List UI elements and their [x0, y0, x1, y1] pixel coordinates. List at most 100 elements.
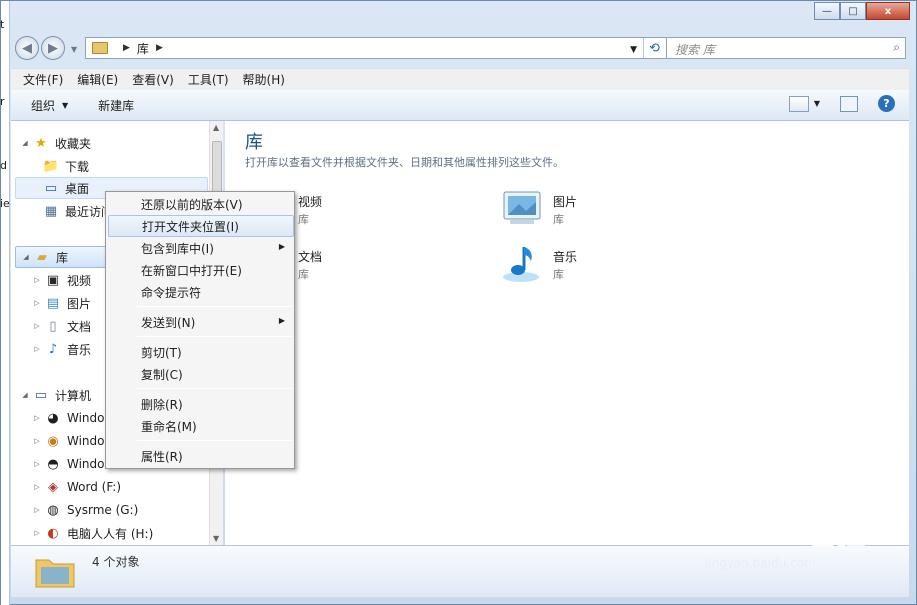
nav-documents-label: 文档 — [67, 319, 92, 334]
nav-recent[interactable]: ▦ 最近访问 — [43, 200, 113, 222]
library-pictures[interactable]: 图片 库 — [500, 186, 720, 230]
address-bar[interactable]: ▶ 库 ▶ ▼ ⟲ — [85, 37, 669, 59]
command-prompt[interactable]: 命令提示符 — [108, 281, 294, 303]
nav-favorites[interactable]: ◢ ★ 收藏夹 — [21, 132, 91, 154]
scroll-down-icon[interactable]: ▼ — [213, 534, 219, 543]
bird-drive-icon: ◐ — [47, 525, 59, 541]
collapsed-arrow-icon[interactable]: ▷ — [33, 276, 41, 284]
nav-drive-3[interactable]: ▷ ◓ Windov — [33, 453, 111, 475]
nav-downloads[interactable]: 📁 下载 — [43, 155, 89, 177]
menu-edit[interactable]: 编辑(E) — [77, 71, 118, 88]
library-item-type: 库 — [298, 268, 309, 281]
download-folder-icon: 📁 — [42, 158, 60, 174]
send-to[interactable]: 发送到(N) ▶ — [108, 311, 294, 333]
view-dropdown-icon[interactable]: ▼ — [814, 99, 820, 108]
nav-drive-1[interactable]: ▷ ◕ Windov — [33, 407, 111, 429]
nav-videos[interactable]: ▷ ▣ 视频 — [33, 269, 91, 291]
include-in-library[interactable]: 包含到库中(I) ▶ — [108, 237, 294, 259]
background-text: t — [0, 18, 5, 31]
library-item-name: 文档 — [298, 250, 323, 264]
cut[interactable]: 剪切(T) — [108, 341, 294, 363]
back-button[interactable]: ◀ — [15, 36, 39, 60]
search-input[interactable]: 搜索 库 ⌕ — [666, 37, 906, 59]
recent-places-icon: ▦ — [44, 203, 58, 219]
nav-documents[interactable]: ▷ ▯ 文档 — [33, 315, 91, 337]
nav-pictures[interactable]: ▷ ▤ 图片 — [33, 292, 91, 314]
expanded-arrow-icon[interactable]: ◢ — [21, 391, 29, 399]
delete[interactable]: 删除(R) — [108, 393, 294, 415]
nav-libraries-label: 库 — [56, 250, 69, 265]
collapsed-arrow-icon[interactable]: ▷ — [33, 460, 41, 468]
nav-drive-2[interactable]: ▷ ◉ Windov — [33, 430, 111, 452]
document-icon: ▯ — [49, 318, 57, 334]
nav-favorites-label: 收藏夹 — [55, 136, 92, 151]
library-item-name: 图片 — [553, 195, 578, 209]
star-icon: ★ — [35, 135, 47, 151]
submenu-arrow-icon: ▶ — [278, 316, 285, 325]
nav-music[interactable]: ▷ ♪ 音乐 — [33, 338, 91, 360]
collapsed-arrow-icon[interactable]: ▷ — [33, 483, 41, 491]
search-icon[interactable]: ⌕ — [893, 40, 900, 55]
computer-icon: ▭ — [34, 387, 48, 403]
recent-pages-dropdown-icon[interactable]: ▼ — [71, 45, 77, 54]
change-view-icon[interactable] — [788, 95, 809, 112]
nav-drive-label: Sysrme (G:) — [67, 503, 139, 517]
library-music[interactable]: 音乐 库 — [500, 241, 720, 285]
collapsed-arrow-icon[interactable]: ▷ — [33, 506, 41, 514]
expanded-arrow-icon[interactable]: ◢ — [22, 253, 30, 261]
library-item-type: 库 — [298, 213, 309, 226]
expanded-arrow-icon[interactable]: ◢ — [21, 139, 29, 147]
collapsed-arrow-icon[interactable]: ▷ — [33, 414, 41, 422]
baidu-watermark: Baidu 经验 jingyan.baidu.com — [702, 505, 867, 570]
menu-tools[interactable]: 工具(T) — [188, 71, 229, 88]
properties[interactable]: 属性(R) — [108, 445, 294, 467]
rename[interactable]: 重命名(M) — [108, 415, 294, 437]
preview-pane-icon[interactable] — [840, 95, 858, 112]
forward-button[interactable]: ▶ — [41, 36, 65, 60]
copy[interactable]: 复制(C) — [108, 363, 294, 385]
organize-button[interactable]: 组织 ▼ — [31, 97, 68, 114]
nav-videos-label: 视频 — [67, 273, 92, 288]
nav-drive-4[interactable]: ▷ ◈ Word (F:) — [33, 476, 121, 498]
library-item-name: 视频 — [298, 195, 323, 209]
nav-drive-6[interactable]: ▷ ◐ 电脑人人有 (H:) — [33, 522, 153, 544]
refresh-icon[interactable]: ⟲ — [643, 38, 665, 58]
nav-computer[interactable]: ◢ ▭ 计算机 — [21, 384, 91, 406]
open-in-new-window[interactable]: 在新窗口中打开(E) — [108, 259, 294, 281]
organize-label: 组织 — [31, 98, 56, 113]
collapsed-arrow-icon[interactable]: ▷ — [33, 345, 41, 353]
menu-view[interactable]: 查看(V) — [132, 71, 174, 88]
menu-file[interactable]: 文件(F) — [23, 71, 63, 88]
help-icon[interactable]: ? — [878, 95, 895, 112]
nav-music-label: 音乐 — [67, 342, 92, 357]
collapsed-arrow-icon[interactable]: ▷ — [33, 529, 41, 537]
minimize-button[interactable]: — — [814, 2, 840, 20]
desktop-icon: ▭ — [44, 180, 58, 196]
collapsed-arrow-icon[interactable]: ▷ — [33, 437, 41, 445]
address-dropdown-icon[interactable]: ▼ — [630, 45, 637, 55]
close-button[interactable]: x — [866, 2, 910, 20]
menu-label: 包含到库中(I) — [141, 241, 214, 256]
menu-label: 删除(R) — [141, 397, 183, 412]
breadcrumb-library[interactable]: 库 — [137, 40, 149, 57]
collapsed-arrow-icon[interactable]: ▷ — [33, 299, 41, 307]
background-text: r — [0, 95, 5, 108]
nav-drive-5[interactable]: ▷ ◍ Sysrme (G:) — [33, 499, 138, 521]
background-window-strip: t r d ie — [0, 1, 10, 605]
menu-help[interactable]: 帮助(H) — [243, 71, 285, 88]
new-library-button[interactable]: 新建库 — [98, 97, 134, 114]
forward-arrow-icon: ▶ — [48, 40, 58, 56]
restore-previous-versions[interactable]: 还原以前的版本(V) — [108, 193, 294, 215]
menu-label: 打开文件夹位置(I) — [142, 219, 239, 234]
nav-desktop-label: 桌面 — [65, 181, 90, 196]
library-content-pane: 库 打开库以查看文件并根据文件夹、日期和其他属性排列这些文件。 视频 库 图片 … — [225, 121, 909, 545]
breadcrumb-separator-icon[interactable]: ▶ — [123, 43, 130, 53]
submenu-arrow-icon: ▶ — [278, 242, 285, 251]
maximize-button[interactable]: □ — [840, 2, 866, 20]
scroll-up-icon[interactable]: ▲ — [213, 123, 219, 132]
back-arrow-icon: ◀ — [22, 40, 32, 56]
open-folder-location[interactable]: 打开文件夹位置(I) — [108, 215, 294, 237]
collapsed-arrow-icon[interactable]: ▷ — [33, 322, 41, 330]
breadcrumb-separator-icon[interactable]: ▶ — [156, 43, 163, 53]
watermark-url: jingyan.baidu.com — [705, 556, 816, 570]
